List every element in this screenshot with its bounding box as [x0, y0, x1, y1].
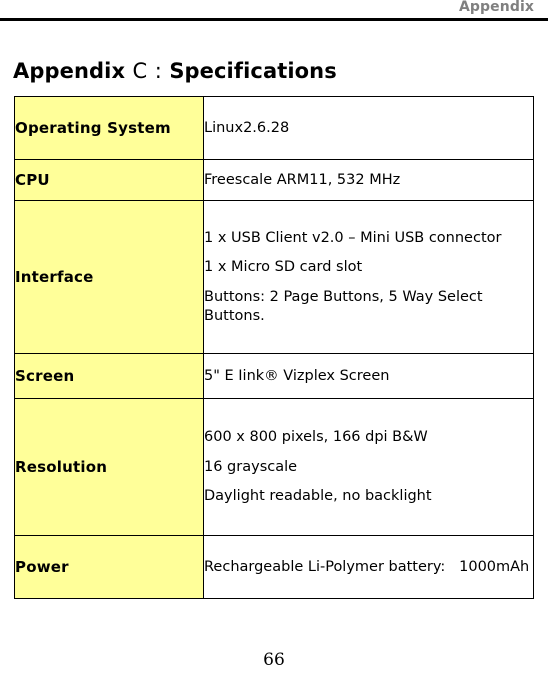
spec-label-interface: Interface — [14, 200, 204, 354]
spec-value-line: Linux2.6.28 — [204, 119, 290, 136]
spec-value-line: Buttons: 2 Page Buttons, 5 Way Select Bu… — [204, 289, 483, 324]
spec-value-resolution: 600 x 800 pixels, 166 dpi B&W 16 graysca… — [203, 398, 534, 536]
table-row: Operating System Linux2.6.28 — [14, 96, 534, 160]
page-title-separator: : — [154, 59, 162, 84]
running-head: Appendix — [459, 0, 534, 15]
spec-value-line: 1 x USB Client v2.0 – Mini USB connector — [204, 229, 502, 246]
specifications-table: Operating System Linux2.6.28 CPU Freesca… — [14, 96, 534, 599]
spec-value-line: Daylight readable, no backlight — [204, 488, 432, 505]
spec-value-line: 1 x Micro SD card slot — [204, 259, 363, 276]
table-row: CPU Freescale ARM11, 532 MHz — [14, 159, 534, 201]
spec-value-power: Rechargeable Li-Polymer battery: 1000mAh — [203, 535, 534, 599]
spec-value-line: 16 grayscale — [204, 458, 298, 475]
spec-label-cpu: CPU — [14, 159, 204, 201]
spec-value-line: 600 x 800 pixels, 166 dpi B&W — [204, 429, 428, 446]
page-title: Appendix C : Specifications — [13, 59, 337, 83]
spec-label-power: Power — [14, 535, 204, 599]
specifications-table-body: Operating System Linux2.6.28 CPU Freesca… — [14, 96, 534, 599]
spec-value-line: Rechargeable Li-Polymer battery: 1000mAh — [204, 558, 530, 575]
spec-value-line: 5" E Iink® Vizplex Screen — [204, 367, 390, 384]
spec-value-operating-system: Linux2.6.28 — [203, 96, 534, 160]
header-divider-rule — [0, 18, 548, 21]
page-title-subject: Specifications — [169, 59, 337, 84]
table-row: Screen 5" E Iink® Vizplex Screen — [14, 353, 534, 399]
spec-value-screen: 5" E Iink® Vizplex Screen — [203, 353, 534, 399]
page-number: 66 — [263, 650, 285, 670]
spec-value-cpu: Freescale ARM11, 532 MHz — [203, 159, 534, 201]
page-title-prefix: Appendix — [13, 59, 126, 84]
spec-value-interface: 1 x USB Client v2.0 – Mini USB connector… — [203, 200, 534, 354]
table-row: Interface 1 x USB Client v2.0 – Mini USB… — [14, 200, 534, 354]
table-row: Power Rechargeable Li-Polymer battery: 1… — [14, 535, 534, 599]
spec-label-screen: Screen — [14, 353, 204, 399]
spec-value-line: Freescale ARM11, 532 MHz — [204, 171, 401, 188]
table-row: Resolution 600 x 800 pixels, 166 dpi B&W… — [14, 398, 534, 536]
page-title-letter: C — [132, 59, 148, 84]
page-header: Appendix — [0, 0, 548, 21]
spec-label-operating-system: Operating System — [14, 96, 204, 160]
spec-label-resolution: Resolution — [14, 398, 204, 536]
